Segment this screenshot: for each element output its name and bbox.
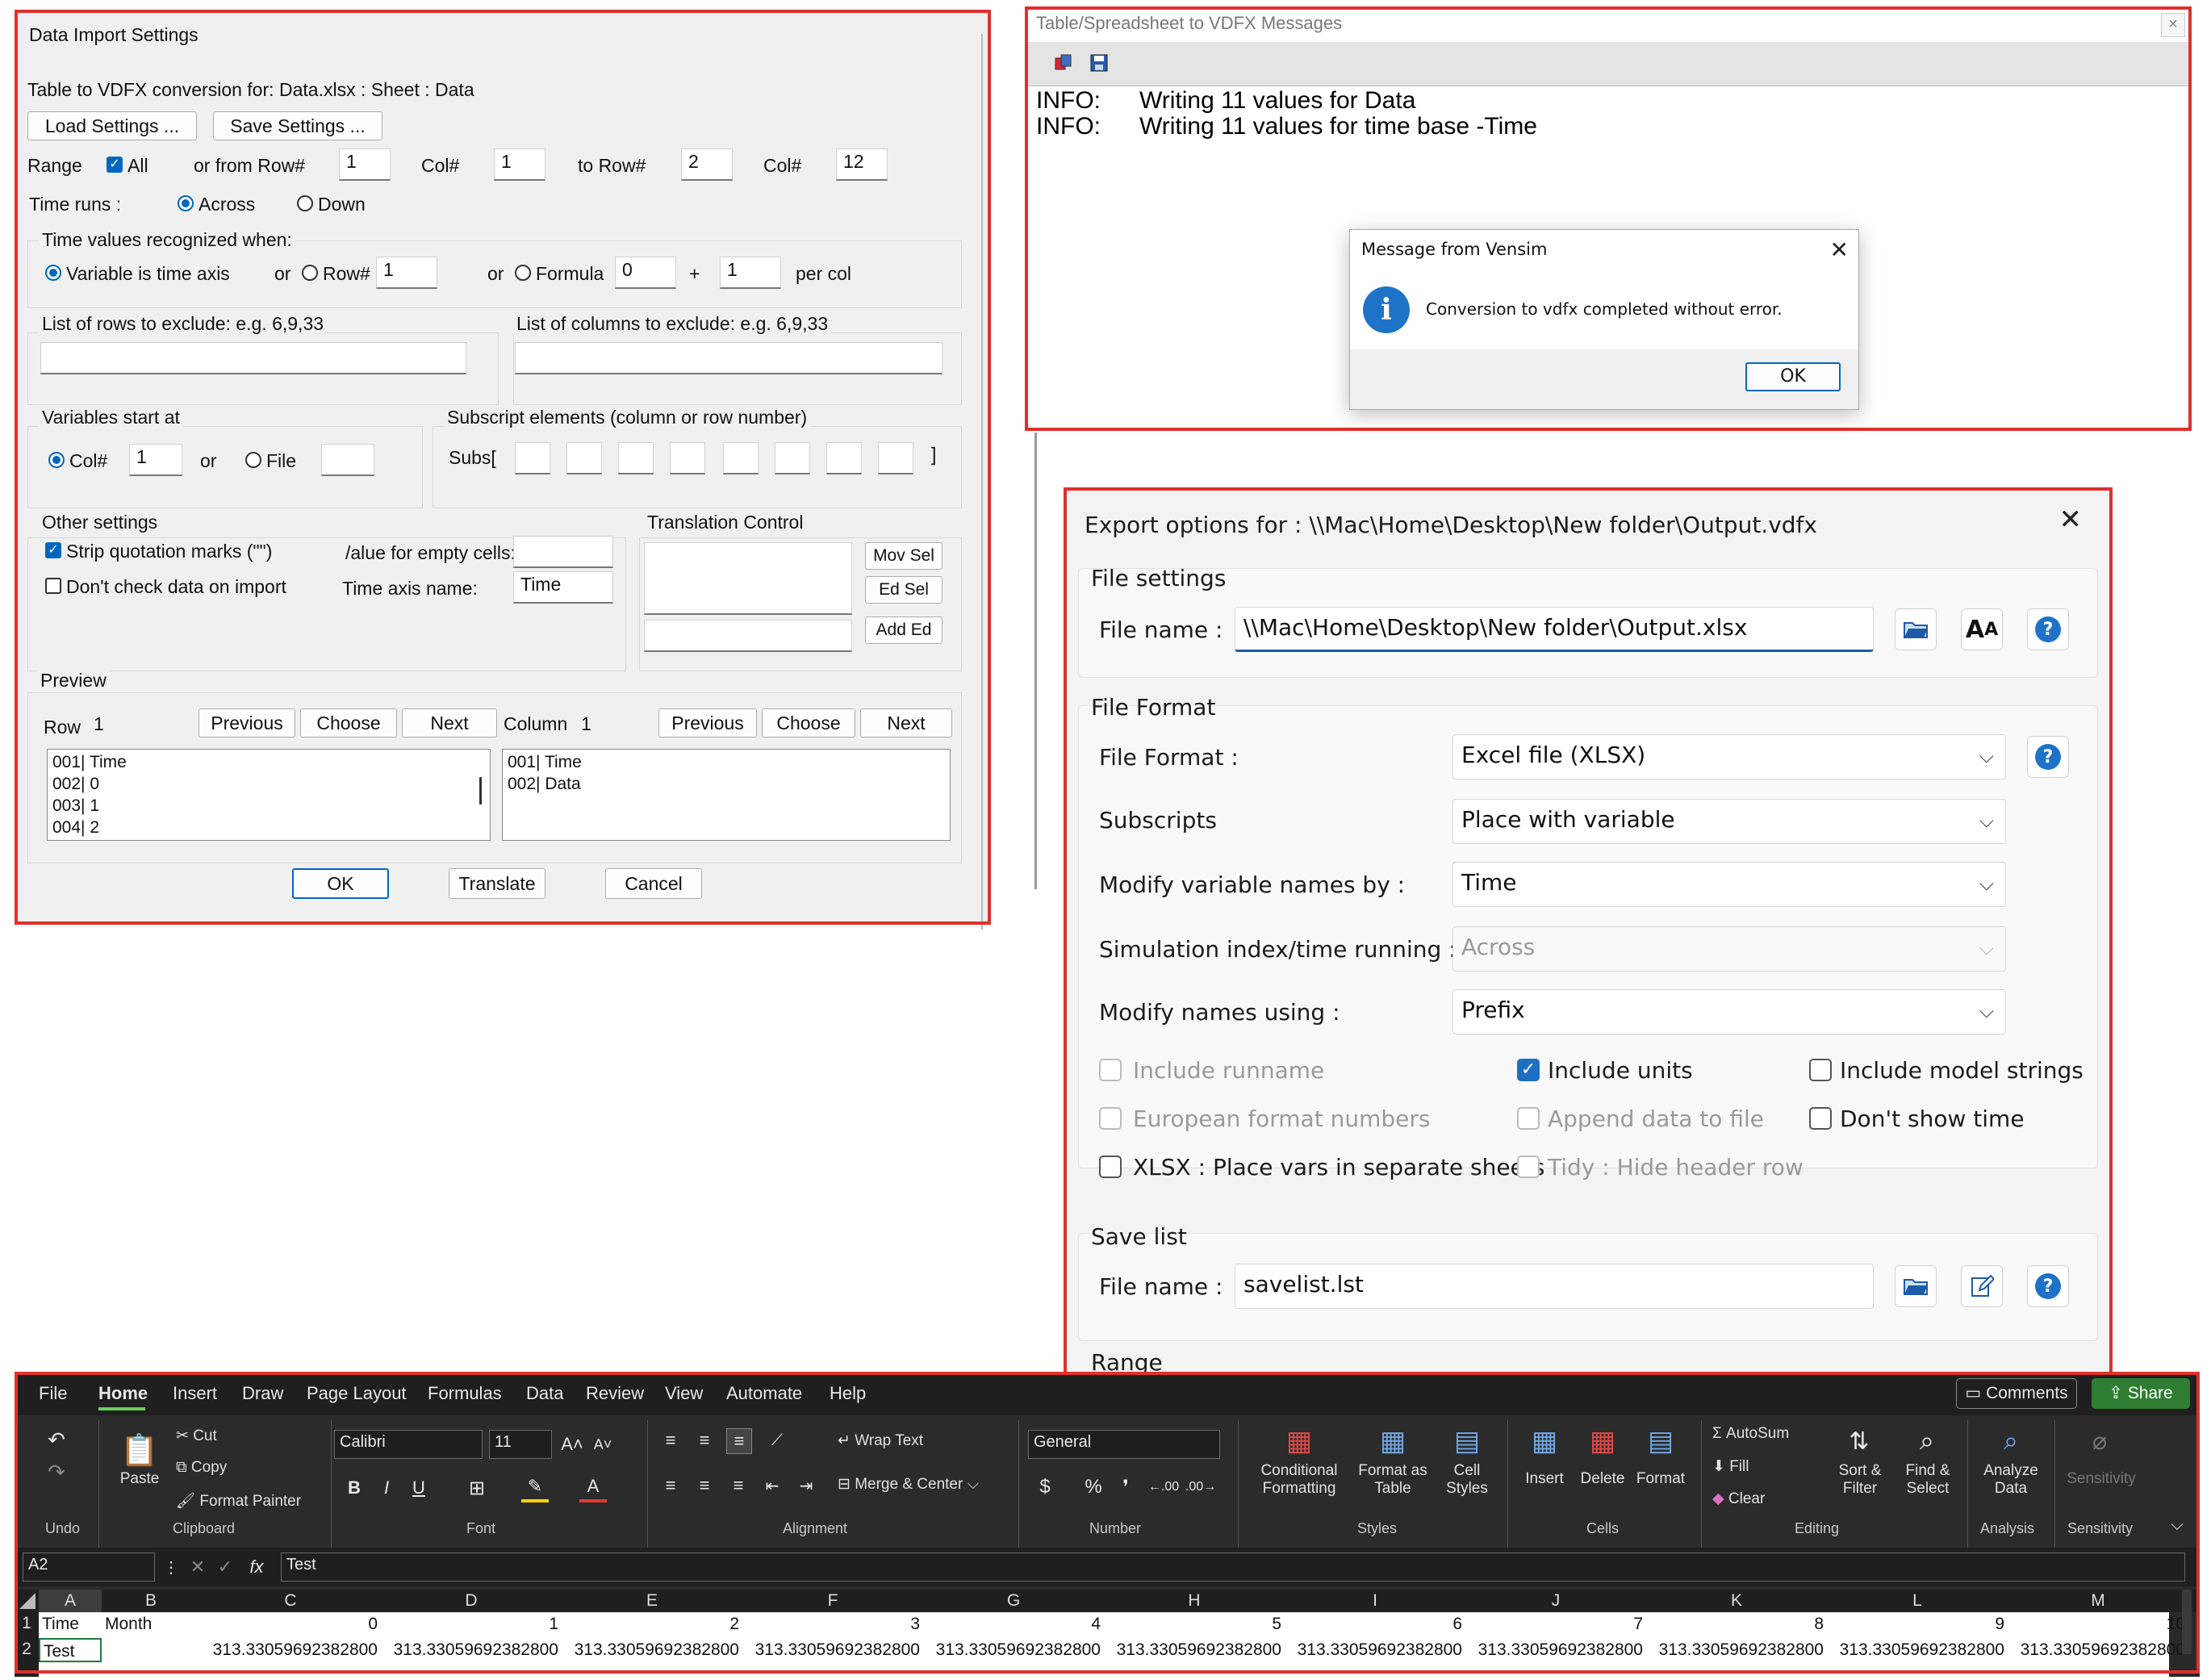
popup-message: Conversion to vdfx completed without err…	[1426, 299, 1783, 319]
popup-body: i Conversion to vdfx completed without e…	[1350, 270, 1858, 349]
messages-scrollbar[interactable]	[1034, 433, 1037, 889]
popup-footer: OK	[1350, 349, 1858, 409]
popup-ok-button[interactable]: OK	[1745, 362, 1841, 391]
highlight-frame	[15, 1372, 2200, 1674]
highlight-frame	[15, 10, 991, 925]
highlight-frame	[1064, 487, 2113, 1375]
popup-title: Message from Vensim	[1361, 240, 1548, 259]
info-icon: i	[1363, 286, 1410, 333]
vensim-message-box: Message from Vensim ✕ i Conversion to vd…	[1349, 229, 1859, 410]
close-icon[interactable]: ✕	[1830, 236, 1849, 263]
